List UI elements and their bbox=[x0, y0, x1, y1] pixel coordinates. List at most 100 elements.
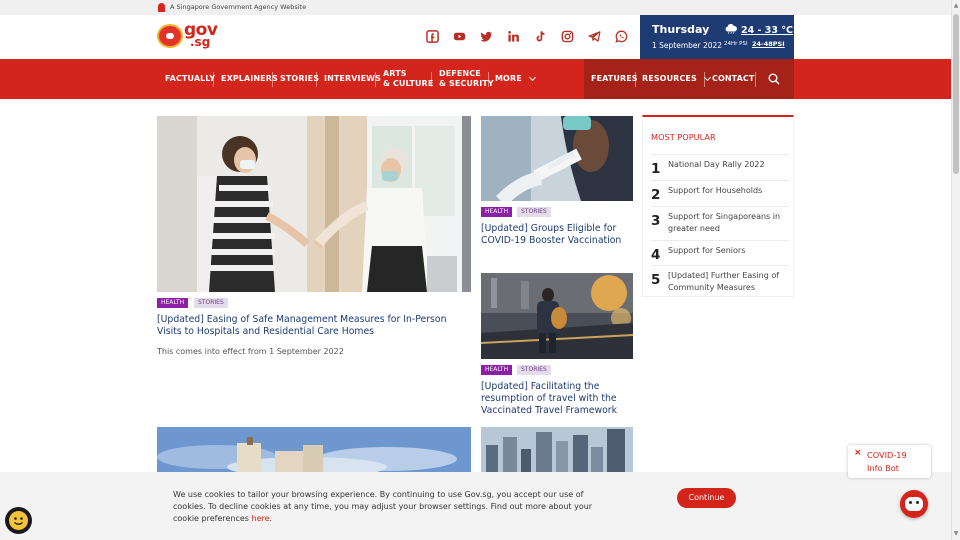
article-2-title[interactable]: [Updated] Groups Eligible for COVID-19 B… bbox=[481, 223, 633, 247]
nav-divider bbox=[488, 72, 489, 87]
popular-item-4[interactable]: 4 Support for Seniors bbox=[651, 240, 789, 265]
facebook-icon[interactable] bbox=[425, 29, 439, 43]
popular-item-1[interactable]: 1 National Day Rally 2022 bbox=[651, 154, 789, 180]
article-3-tag-stories[interactable]: STORIES bbox=[517, 365, 551, 375]
rain-cloud-icon bbox=[725, 24, 737, 34]
youtube-icon[interactable] bbox=[452, 29, 466, 43]
scroll-down-icon[interactable]: ▼ bbox=[953, 530, 959, 538]
chatbot-button[interactable] bbox=[900, 490, 928, 518]
nav-defence-security[interactable]: DEFENCE & SECURITY bbox=[439, 59, 494, 99]
article-5-illustration bbox=[481, 427, 633, 473]
chatbot-label: COVID-19 Info Bot bbox=[867, 449, 907, 475]
article-1-description: This comes into effect from 1 September … bbox=[157, 347, 344, 356]
popular-rank: 4 bbox=[651, 247, 661, 263]
gov-notice-bar: A Singapore Government Agency Website bbox=[0, 0, 951, 15]
chatbot-bubble[interactable]: × COVID-19 Info Bot bbox=[848, 445, 931, 478]
nav-divider bbox=[635, 72, 636, 87]
close-icon[interactable]: × bbox=[854, 448, 862, 458]
article-3-tag-health[interactable]: HEALTH bbox=[481, 365, 513, 375]
cookie-text: We use cookies to tailor your browsing e… bbox=[173, 490, 593, 523]
popular-label: Support for Seniors bbox=[668, 246, 746, 255]
browser-viewport: A Singapore Government Agency Website go… bbox=[0, 0, 951, 540]
nav-divider bbox=[431, 72, 432, 87]
nav-defence-line2: & SECURITY bbox=[439, 79, 494, 88]
nav-resources-label: RESOURCES bbox=[642, 74, 697, 84]
popular-rank: 5 bbox=[651, 272, 661, 288]
whatsapp-icon[interactable] bbox=[614, 29, 628, 43]
article-1-tag-health[interactable]: HEALTH bbox=[157, 298, 189, 308]
popular-item-3[interactable]: 3 Support for Singaporeans in greater ne… bbox=[651, 206, 789, 240]
scroll-up-icon[interactable]: ▲ bbox=[953, 2, 959, 10]
psi-value[interactable]: 24-48PSI bbox=[752, 40, 785, 48]
cookie-message: We use cookies to tailor your browsing e… bbox=[173, 489, 603, 525]
vertical-scrollbar[interactable]: ▲ ▼ bbox=[951, 0, 960, 540]
nav-resources[interactable]: RESOURCES bbox=[642, 59, 711, 99]
nav-explainers[interactable]: EXPLAINERS bbox=[221, 59, 278, 99]
search-icon[interactable] bbox=[768, 73, 780, 85]
popular-rank: 1 bbox=[651, 161, 661, 177]
nav-features[interactable]: FEATURES bbox=[591, 59, 638, 99]
mascot-icon bbox=[157, 24, 183, 48]
cookie-continue-button[interactable]: Continue bbox=[677, 488, 736, 508]
chevron-down-icon bbox=[528, 73, 536, 82]
article-4-image[interactable] bbox=[157, 427, 471, 473]
instagram-icon[interactable] bbox=[560, 29, 574, 43]
nav-factually[interactable]: FACTUALLY bbox=[165, 59, 215, 99]
feedback-smiley-button[interactable] bbox=[5, 507, 32, 534]
psi-label: 24Hr PSI bbox=[724, 41, 748, 47]
linkedin-icon[interactable] bbox=[506, 29, 520, 43]
nav-divider bbox=[375, 72, 376, 87]
nav-more-label: MORE bbox=[495, 74, 522, 84]
nav-arts-line1: ARTS bbox=[383, 69, 407, 79]
site-header: gov .sg bbox=[0, 15, 951, 59]
nav-more[interactable]: MORE bbox=[495, 59, 536, 99]
gov-notice-text: A Singapore Government Agency Website bbox=[170, 3, 307, 11]
popular-item-5[interactable]: 5 [Updated] Further Easing of Community … bbox=[651, 265, 789, 297]
cookie-text-end: . bbox=[269, 514, 273, 523]
most-popular-panel: MOST POPULAR 1 National Day Rally 2022 2… bbox=[642, 115, 794, 297]
popular-item-2[interactable]: 2 Support for Households bbox=[651, 180, 789, 206]
nav-divider bbox=[704, 72, 705, 87]
nav-interviews[interactable]: INTERVIEWS bbox=[324, 59, 381, 99]
lion-head-icon bbox=[158, 3, 165, 12]
social-links bbox=[425, 29, 628, 43]
telegram-icon[interactable] bbox=[587, 29, 601, 43]
article-2-tag-stories[interactable]: STORIES bbox=[517, 207, 551, 217]
popular-label: [Updated] Further Easing of Community Me… bbox=[668, 271, 780, 292]
nav-contact[interactable]: CONTACT bbox=[712, 59, 754, 99]
robot-icon bbox=[905, 497, 923, 511]
tiktok-icon[interactable] bbox=[533, 29, 547, 43]
weather-temperature[interactable]: 24 - 33 °C bbox=[741, 25, 793, 36]
article-3-title[interactable]: [Updated] Facilitating the resumption of… bbox=[481, 381, 633, 417]
nav-divider bbox=[213, 72, 214, 87]
nav-arts-line2: & CULTURE bbox=[383, 79, 434, 88]
nav-divider bbox=[272, 72, 273, 87]
nav-defence-line1: DEFENCE bbox=[439, 69, 481, 79]
popular-label: Support for Singaporeans in greater need bbox=[668, 212, 781, 233]
article-1-illustration bbox=[157, 116, 471, 292]
main-nav: FACTUALLY EXPLAINERS STORIES INTERVIEWS … bbox=[0, 59, 951, 99]
govsg-logo[interactable]: gov .sg bbox=[157, 20, 218, 50]
article-2-image[interactable] bbox=[481, 116, 633, 201]
nav-divider bbox=[316, 72, 317, 87]
article-2-illustration bbox=[481, 116, 633, 201]
nav-stories[interactable]: STORIES bbox=[280, 59, 319, 99]
article-3-image[interactable] bbox=[481, 273, 633, 359]
article-4-illustration bbox=[157, 427, 471, 473]
article-1-title[interactable]: [Updated] Easing of Safe Management Meas… bbox=[157, 314, 471, 338]
chatbot-line1: COVID-19 bbox=[867, 450, 907, 460]
article-2-tag-health[interactable]: HEALTH bbox=[481, 207, 513, 217]
cookie-preferences-link[interactable]: here bbox=[252, 514, 270, 523]
nav-arts-culture[interactable]: ARTS & CULTURE bbox=[383, 59, 433, 99]
scrollbar-thumb[interactable] bbox=[953, 14, 959, 174]
article-1-image[interactable] bbox=[157, 116, 471, 292]
most-popular-heading: MOST POPULAR bbox=[651, 132, 716, 142]
smiley-icon bbox=[9, 511, 28, 530]
twitter-icon[interactable] bbox=[479, 29, 493, 43]
popular-label: National Day Rally 2022 bbox=[668, 160, 765, 169]
article-1-tag-stories[interactable]: STORIES bbox=[194, 298, 228, 308]
cookie-banner: We use cookies to tailor your browsing e… bbox=[0, 472, 951, 540]
article-5-image[interactable] bbox=[481, 427, 633, 473]
logo-sg-text: .sg bbox=[190, 35, 211, 49]
weather-date: 1 September 2022 bbox=[652, 41, 723, 50]
